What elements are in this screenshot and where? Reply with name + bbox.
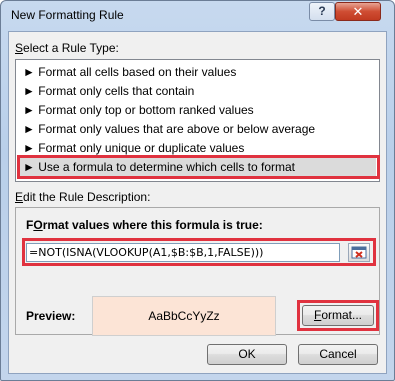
rule-type-label: Use a formula to determine which cells t…	[38, 160, 296, 174]
formula-input[interactable]: =NOT(ISNA(VLOOKUP(A1,$B:$B,1,FALSE)))	[26, 243, 340, 262]
arrow-right-icon: ►	[23, 122, 35, 136]
format-button[interactable]: Format...	[302, 305, 374, 326]
rule-type-label: Format only values that are above or bel…	[38, 122, 316, 136]
rule-type-label: Format only unique or duplicate values	[38, 141, 245, 155]
rule-type-item[interactable]: ► Format only unique or duplicate values	[19, 139, 376, 158]
arrow-right-icon: ►	[23, 65, 35, 79]
arrow-right-icon: ►	[23, 84, 35, 98]
rule-type-list[interactable]: ► Format all cells based on their values…	[15, 59, 380, 182]
range-select-icon	[351, 246, 367, 259]
dialog-body: Select a Rule Type: ► Format all cells b…	[8, 31, 387, 374]
arrow-right-icon: ►	[23, 141, 35, 155]
rule-type-label: Format only top or bottom ranked values	[38, 103, 254, 117]
format-preview: AaBbCcYyZz	[92, 296, 276, 336]
title-bar[interactable]: New Formatting Rule ? ✕	[1, 1, 394, 31]
rule-description-panel: FOrmat values where this formula is true…	[15, 207, 380, 336]
collapse-dialog-button[interactable]	[348, 243, 370, 262]
arrow-right-icon: ►	[23, 160, 35, 174]
dialog-title: New Formatting Rule	[11, 8, 124, 22]
rule-description-heading: Edit the Rule Description:	[15, 190, 151, 204]
rule-type-item[interactable]: ► Format only cells that contain	[19, 82, 376, 101]
rule-type-label: Format all cells based on their values	[38, 65, 237, 79]
close-button[interactable]: ✕	[335, 2, 381, 21]
help-button[interactable]: ?	[309, 2, 335, 21]
arrow-right-icon: ►	[23, 103, 35, 117]
cancel-button[interactable]: Cancel	[298, 344, 378, 365]
new-formatting-rule-dialog: New Formatting Rule ? ✕ Select a Rule Ty…	[0, 0, 395, 381]
rule-type-item-selected[interactable]: ► Use a formula to determine which cells…	[19, 158, 376, 177]
rule-type-item[interactable]: ► Format all cells based on their values	[19, 63, 376, 82]
rule-type-label: Format only cells that contain	[38, 84, 195, 98]
preview-label: Preview:	[26, 309, 76, 323]
rule-type-item[interactable]: ► Format only top or bottom ranked value…	[19, 101, 376, 120]
close-icon: ✕	[352, 4, 364, 19]
rule-type-heading: Select a Rule Type:	[15, 41, 119, 55]
formula-label: FOrmat values where this formula is true…	[26, 218, 263, 232]
ok-button[interactable]: OK	[207, 344, 287, 365]
rule-type-item[interactable]: ► Format only values that are above or b…	[19, 120, 376, 139]
